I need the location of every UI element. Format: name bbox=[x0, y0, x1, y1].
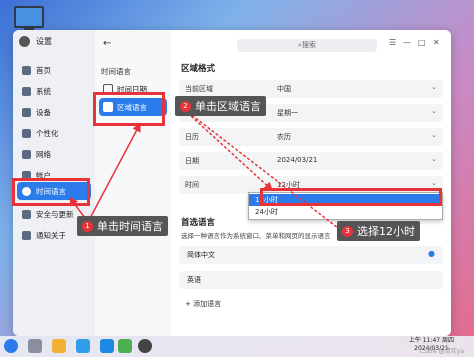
language-label: 简体中文 bbox=[187, 251, 215, 259]
language-description: 选择一种语言作为系统窗口、菜单和网页的显示语言 bbox=[181, 232, 331, 240]
row-label: 时间 bbox=[185, 181, 199, 189]
sidebar-title: 设置 bbox=[19, 36, 52, 47]
taskbar: 上午 11:47 周四 2024/03/21 bbox=[0, 336, 474, 357]
time-text: 上午 11:47 周四 bbox=[408, 337, 454, 344]
chevron-down-icon: ⌄ bbox=[431, 155, 437, 163]
callout-step-3: 3 选择12小时 bbox=[337, 221, 420, 241]
sidebar-item-label: 系统 bbox=[36, 86, 51, 96]
back-button[interactable]: ← bbox=[103, 38, 111, 49]
row-value: 中国 bbox=[277, 85, 291, 93]
device-icon bbox=[22, 107, 31, 117]
dropdown-option-24h[interactable]: 24小时 bbox=[249, 206, 442, 218]
row-label: 日历 bbox=[185, 133, 199, 141]
search-input[interactable]: ⌕搜索 bbox=[237, 39, 377, 52]
callout-text: 选择12小时 bbox=[357, 225, 415, 238]
document-icon[interactable] bbox=[118, 339, 132, 353]
sidebar-item-network[interactable]: 网络 bbox=[17, 145, 91, 163]
chevron-down-icon: ⌄ bbox=[431, 131, 437, 139]
chevron-down-icon: ⌄ bbox=[431, 107, 437, 115]
row-label: 当前区域 bbox=[185, 85, 213, 93]
row-value: 星期一 bbox=[277, 109, 298, 117]
file-manager-icon[interactable] bbox=[52, 339, 66, 353]
app-store-icon[interactable] bbox=[100, 339, 114, 353]
callout-text: 单击区域语言 bbox=[195, 100, 261, 113]
personalization-icon bbox=[22, 128, 31, 138]
maximize-button[interactable]: □ bbox=[418, 38, 426, 47]
highlight-time-language bbox=[12, 178, 90, 206]
sub-navigation: ← 时间语言 时间日期 区域语言 bbox=[95, 30, 172, 336]
callout-text: 单击时间语言 bbox=[97, 220, 163, 233]
callout-step-1: 1 单击时间语言 bbox=[77, 216, 168, 236]
step-number-badge: 2 bbox=[180, 100, 191, 112]
row-value: 2024/03/21 bbox=[277, 156, 318, 164]
sidebar-item-label: 个性化 bbox=[36, 128, 59, 138]
highlight-12h-option bbox=[260, 188, 442, 206]
step-number-badge: 3 bbox=[342, 225, 353, 237]
checkmark-icon: ● bbox=[428, 249, 435, 258]
callout-step-2: 2 单击区域语言 bbox=[175, 96, 266, 116]
main-content: ⌕搜索 ☰ — □ ✕ 区域格式 当前区域中国⌄ 一周第一天星期一⌄ 日历农历⌄… bbox=[171, 30, 451, 336]
sidebar-item-system[interactable]: 系统 bbox=[17, 82, 91, 100]
menu-icon[interactable]: ☰ bbox=[389, 38, 396, 47]
sidebar-item-device[interactable]: 设备 bbox=[17, 103, 91, 121]
step-number-badge: 1 bbox=[82, 220, 93, 232]
settings-taskbar-icon[interactable] bbox=[138, 339, 152, 353]
language-item-chinese[interactable]: 简体中文 ● bbox=[179, 246, 443, 264]
computer-desktop-icon[interactable] bbox=[14, 6, 44, 30]
sidebar-item-home[interactable]: 首页 bbox=[17, 61, 91, 79]
system-icon bbox=[22, 86, 31, 96]
watermark: CSDN @清欢ya bbox=[419, 348, 464, 355]
setting-row-calendar[interactable]: 日历 农历 ⌄ bbox=[179, 128, 443, 146]
browser-icon[interactable] bbox=[76, 339, 90, 353]
sidebar-item-label: 安全与更新 bbox=[36, 209, 74, 219]
shield-icon bbox=[22, 209, 31, 219]
setting-row-date[interactable]: 日期 2024/03/21 ⌄ bbox=[179, 152, 443, 170]
language-label: 英语 bbox=[187, 276, 201, 284]
highlight-region-language bbox=[93, 92, 165, 126]
close-button[interactable]: ✕ bbox=[433, 38, 440, 47]
language-title: 首选语言 bbox=[181, 218, 216, 228]
minimize-button[interactable]: — bbox=[403, 38, 411, 47]
app-title: 设置 bbox=[36, 37, 52, 46]
sub-nav-heading: 时间语言 bbox=[101, 67, 131, 76]
network-icon bbox=[22, 149, 31, 159]
row-value: 农历 bbox=[277, 133, 291, 141]
add-language-button[interactable]: + 添加语言 bbox=[185, 299, 221, 309]
multitask-icon[interactable] bbox=[28, 339, 42, 353]
chevron-down-icon: ⌄ bbox=[431, 179, 437, 187]
region-format-title: 区域格式 bbox=[181, 64, 216, 74]
sidebar-item-label: 网络 bbox=[36, 149, 51, 159]
home-icon bbox=[22, 65, 31, 75]
sidebar-item-personalization[interactable]: 个性化 bbox=[17, 124, 91, 142]
sidebar-item-label: 首页 bbox=[36, 65, 51, 75]
info-icon bbox=[22, 230, 31, 240]
sidebar-item-label: 通知关于 bbox=[36, 230, 66, 240]
launcher-icon[interactable] bbox=[4, 339, 18, 353]
sidebar-item-label: 设备 bbox=[36, 107, 51, 117]
row-label: 日期 bbox=[185, 157, 199, 165]
gear-icon bbox=[19, 36, 30, 47]
language-item-english[interactable]: 英语 bbox=[179, 271, 443, 289]
chevron-down-icon: ⌄ bbox=[431, 83, 437, 91]
